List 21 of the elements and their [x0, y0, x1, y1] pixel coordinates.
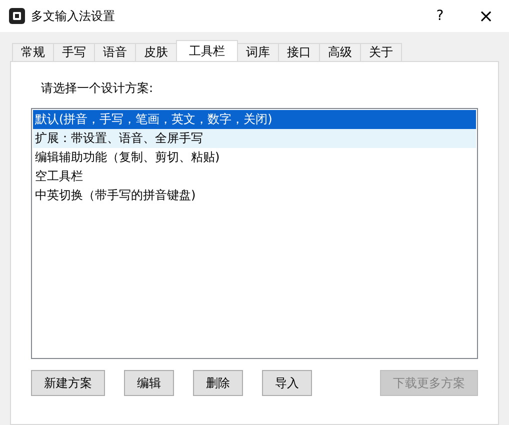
scheme-item[interactable]: 空工具栏	[33, 167, 476, 186]
action-button[interactable]: 删除	[193, 370, 243, 396]
tab[interactable]: 手写	[53, 43, 95, 61]
app-icon	[9, 8, 25, 24]
scheme-item[interactable]: 中英切换（带手写的拼音键盘)	[33, 186, 476, 205]
tab[interactable]: 皮肤	[135, 43, 177, 61]
action-button[interactable]: 编辑	[124, 370, 174, 396]
scheme-item[interactable]: 扩展：带设置、语音、全屏手写	[33, 129, 476, 148]
tab[interactable]: 接口	[278, 43, 320, 61]
prompt-label: 请选择一个设计方案:	[40, 80, 154, 97]
window-title: 多文输入法设置	[31, 8, 115, 24]
scheme-list[interactable]: 默认(拼音，手写，笔画，英文，数字，关闭) 扩展：带设置、语音、全屏手写 编辑辅助功能（复制、剪切、粘贴) 空工具栏 中英切换（带手写的拼音键盘)	[31, 108, 478, 359]
action-button[interactable]: 导入	[262, 370, 312, 396]
tab[interactable]: 关于	[360, 43, 402, 61]
action-button[interactable]: 新建方案	[31, 370, 105, 396]
tab[interactable]: 常规	[12, 43, 54, 61]
scheme-item[interactable]: 编辑辅助功能（复制、剪切、粘贴)	[33, 148, 476, 167]
help-button[interactable]: ?	[417, 0, 463, 32]
tab[interactable]: 工具栏	[176, 40, 238, 61]
close-button[interactable]: ×	[463, 0, 509, 32]
scheme-item[interactable]: 默认(拼音，手写，笔画，英文，数字，关闭)	[33, 110, 476, 129]
